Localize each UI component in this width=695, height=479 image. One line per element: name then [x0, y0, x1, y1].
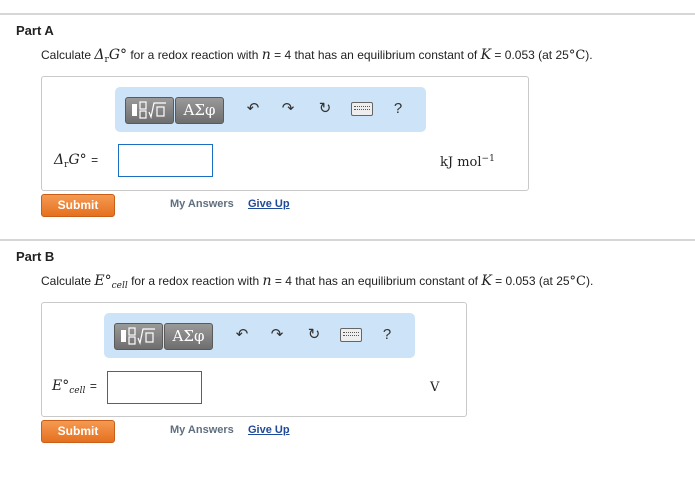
reset-icon[interactable]: ↻: [315, 99, 335, 119]
part-b-answer-input[interactable]: [107, 371, 202, 404]
templates-icon[interactable]: [125, 97, 174, 124]
k-variable: K: [481, 273, 492, 289]
k-value: = 0.053 (at 25: [494, 48, 569, 62]
part-a-answer-input[interactable]: [118, 144, 213, 177]
part-a-my-answers[interactable]: My Answers: [170, 198, 234, 210]
greek-symbols-button[interactable]: ΑΣφ: [164, 323, 213, 350]
part-a-submit-button[interactable]: Submit: [41, 194, 115, 217]
help-icon[interactable]: ?: [390, 99, 406, 119]
lhs-delta: Δ: [54, 152, 65, 168]
temp-unit: °C: [569, 274, 586, 289]
part-b-math-toolbar: ΑΣφ ↶ ↷ ↻ ?: [104, 313, 415, 358]
question-middle: for a redox reaction with: [130, 48, 259, 62]
help-icon[interactable]: ?: [379, 325, 395, 345]
question-prefix: Calculate: [41, 48, 92, 62]
part-divider: [0, 239, 695, 241]
top-divider: [0, 13, 695, 15]
k-value: = 0.053 (at 25: [495, 274, 570, 288]
part-b-answer-box: ΑΣφ ↶ ↷ ↻ ? E°cell = V: [41, 302, 467, 417]
redo-icon[interactable]: ↷: [278, 99, 298, 119]
part-a-title: Part A: [16, 23, 54, 38]
undo-icon[interactable]: ↶: [232, 325, 252, 345]
n-value: = 4 that has an equilibrium constant of: [274, 48, 478, 62]
reset-icon[interactable]: ↻: [304, 325, 324, 345]
question-prefix: Calculate: [41, 274, 92, 288]
ecell-main: E°: [94, 273, 112, 289]
n-variable: n: [261, 47, 271, 63]
part-a-answer-box: ΑΣφ ↶ ↷ ↻ ? ΔrG° = kJ mol−1: [41, 76, 529, 191]
lhs-equals: =: [89, 379, 97, 393]
keyboard-icon[interactable]: [340, 328, 362, 342]
part-a-question: Calculate ΔrG° for a redox reaction with…: [41, 47, 593, 65]
templates-icon[interactable]: [114, 323, 163, 350]
question-suffix: ).: [586, 274, 594, 288]
delta-g-symbol: ΔrG°: [94, 47, 127, 65]
part-b-unit: V: [430, 380, 440, 395]
part-b-submit-button[interactable]: Submit: [41, 420, 115, 443]
part-a-math-toolbar: ΑΣφ ↶ ↷ ↻ ?: [115, 87, 426, 132]
ecell-sub: cell: [111, 281, 128, 291]
part-b-title: Part B: [16, 249, 55, 264]
part-b-give-up[interactable]: Give Up: [248, 424, 290, 436]
part-a-unit: kJ mol−1: [440, 154, 495, 170]
lhs-main: G°: [68, 152, 87, 168]
greek-symbols-button[interactable]: ΑΣφ: [175, 97, 224, 124]
undo-icon[interactable]: ↶: [243, 99, 263, 119]
k-variable: K: [480, 47, 492, 63]
question-suffix: ).: [585, 48, 593, 62]
part-a-lhs-label: ΔrG° =: [54, 152, 98, 170]
part-b-lhs-label: E°cell =: [52, 378, 97, 396]
lhs-subscript: cell: [69, 386, 86, 396]
temp-unit: °C: [568, 48, 586, 63]
unit-text: kJ mol: [440, 155, 482, 170]
lhs-main: E°: [52, 378, 70, 394]
n-value: = 4 that has an equilibrium constant of: [274, 274, 478, 288]
question-middle: for a redox reaction with: [131, 274, 260, 288]
keyboard-icon[interactable]: [351, 102, 373, 116]
part-b-question: Calculate E°cell for a redox reaction wi…: [41, 273, 593, 291]
part-a-give-up[interactable]: Give Up: [248, 198, 290, 210]
n-variable: n: [262, 273, 272, 289]
part-b-my-answers[interactable]: My Answers: [170, 424, 234, 436]
lhs-equals: =: [91, 153, 99, 167]
unit-exponent: −1: [481, 154, 495, 164]
redo-icon[interactable]: ↷: [267, 325, 287, 345]
ecell-symbol: E°cell: [94, 273, 128, 291]
